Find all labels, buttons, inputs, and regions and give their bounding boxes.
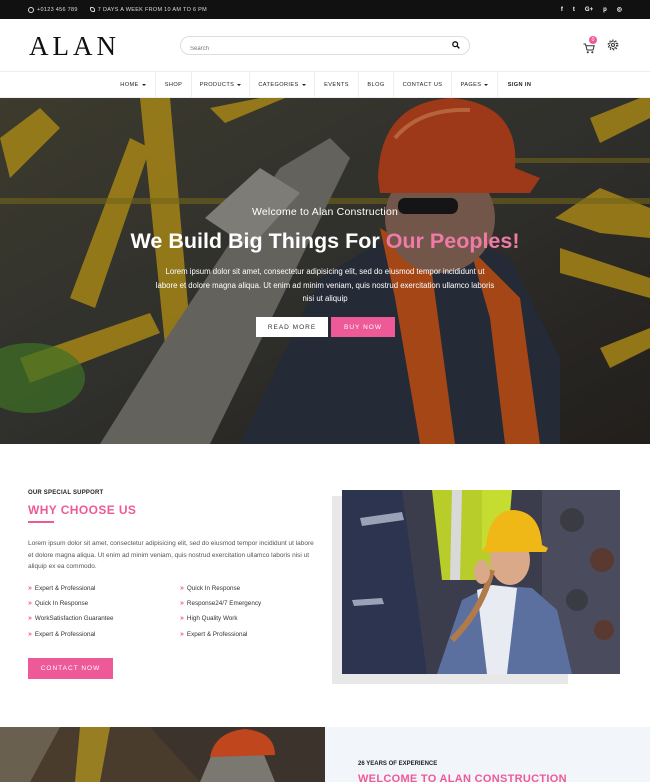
feature-item: » Expert & Professional (28, 585, 95, 592)
nav-item-label: BLOG (367, 82, 385, 88)
social-links: f t G+ p ◎ (561, 0, 622, 19)
nav-item-label: CATEGORIES (258, 82, 299, 88)
phone-icon (89, 7, 95, 12)
read-more-button[interactable]: READ MORE (256, 317, 328, 337)
nav-item-pages[interactable]: PAGES (451, 72, 497, 98)
google-plus-icon[interactable]: G+ (585, 7, 593, 13)
chevron-down-icon (484, 84, 489, 86)
nav-item-label: SIGN IN (507, 82, 532, 88)
instagram-icon[interactable]: ◎ (617, 6, 622, 13)
hero-title: We Build Big Things For Our Peoples! (0, 229, 650, 254)
feature-item: » Response24/7 Emergency (180, 600, 261, 607)
site-header: ALAN 0 (0, 19, 650, 71)
chevron-down-icon (237, 84, 242, 86)
about-image (0, 727, 325, 782)
feature-label: Quick In Response (186, 585, 241, 592)
feature-label: Expert & Professional (34, 631, 96, 638)
double-chevron-right-icon: » (180, 585, 184, 592)
nav-item-shop[interactable]: SHOP (155, 72, 191, 98)
section-title: WHY CHOOSE US (28, 503, 137, 517)
feature-item: » Quick In Response (28, 600, 88, 607)
chevron-down-icon (141, 84, 146, 86)
opening-hours: 7 DAYS A WEEK FROM 10 AM TO 6 PM (97, 6, 208, 13)
facebook-icon[interactable]: f (561, 7, 563, 13)
double-chevron-right-icon: » (28, 600, 32, 607)
nav-item-label: SHOP (164, 82, 183, 88)
section-paragraph: Lorem ipsum dolor sit amet, consectetur … (28, 540, 314, 571)
gear-icon[interactable] (607, 39, 619, 51)
nav-item-label: PRODUCTS (199, 82, 235, 88)
double-chevron-right-icon: » (28, 631, 32, 638)
hero-banner: Welcome to Alan Construction We Build Bi… (0, 98, 650, 444)
nav-item-label: HOME (120, 82, 139, 88)
twitter-icon[interactable]: t (573, 7, 575, 13)
feature-item: » High Quality Work (180, 615, 238, 622)
hero-title-main: We Build Big Things For (130, 229, 380, 253)
experience-label: 26 YEARS OF EXPERIENCE (358, 761, 438, 767)
feature-label: Quick In Response (34, 600, 89, 607)
cart-button[interactable]: 0 (583, 36, 597, 54)
double-chevron-right-icon: » (180, 600, 184, 607)
nav-item-label: PAGES (460, 82, 482, 88)
chevron-down-icon (301, 84, 306, 86)
title-underline (28, 521, 54, 523)
double-chevron-right-icon: » (28, 615, 32, 622)
search-input[interactable] (190, 40, 430, 58)
nav-item-blog[interactable]: BLOG (358, 72, 393, 98)
buy-now-button[interactable]: BUY NOW (331, 317, 395, 337)
cart-icon (583, 43, 595, 54)
hero-welcome-text: Welcome to Alan Construction (251, 206, 399, 218)
contact-now-button[interactable]: CONTACT NOW (28, 658, 113, 679)
feature-item: » Expert & Professional (28, 631, 95, 638)
double-chevron-right-icon: » (180, 615, 184, 622)
feature-label: WorkSatisfaction Guarantee (34, 615, 114, 622)
search-icon[interactable] (452, 41, 460, 49)
nav-item-home[interactable]: HOME (111, 72, 155, 98)
feature-item: » Expert & Professional (180, 631, 247, 638)
main-nav: HOME SHOP PRODUCTS CATEGORIES EVENTS BLO… (0, 71, 650, 98)
pinterest-icon[interactable]: p (603, 7, 607, 13)
worker-photo (342, 490, 620, 674)
phone-number: +0123 456 789 (37, 6, 78, 13)
hero-description: Lorem ipsum dolor sit amet, consectetur … (155, 267, 495, 303)
feature-label: Expert & Professional (186, 631, 248, 638)
nav-item-label: CONTACT US (402, 82, 443, 88)
feature-label: Response24/7 Emergency (186, 600, 262, 607)
double-chevron-right-icon: » (28, 585, 32, 592)
feature-label: Expert & Professional (34, 585, 96, 592)
feature-item: » WorkSatisfaction Guarantee (28, 615, 114, 622)
hero-title-accent: Our Peoples! (385, 229, 520, 253)
section-eyebrow: OUR SPECIAL SUPPORT (28, 490, 104, 496)
feature-label: High Quality Work (186, 615, 238, 622)
search-box (180, 36, 470, 58)
nav-item-events[interactable]: EVENTS (314, 72, 358, 98)
nav-item-sign-in[interactable]: SIGN IN (497, 72, 541, 98)
cart-count-badge: 0 (589, 36, 597, 44)
nav-item-contact-us[interactable]: CONTACT US (393, 72, 451, 98)
clock-icon (28, 6, 34, 13)
site-logo[interactable]: ALAN (29, 31, 120, 62)
top-bar: +0123 456 789 7 DAYS A WEEK FROM 10 AM T… (0, 0, 650, 19)
top-contact-info: +0123 456 789 7 DAYS A WEEK FROM 10 AM T… (28, 6, 208, 13)
about-section: 26 YEARS OF EXPERIENCE WELCOME TO ALAN C… (0, 727, 650, 782)
about-text-panel: 26 YEARS OF EXPERIENCE WELCOME TO ALAN C… (325, 727, 650, 782)
nav-item-categories[interactable]: CATEGORIES (249, 72, 314, 98)
feature-item: » Quick In Response (180, 585, 240, 592)
nav-item-products[interactable]: PRODUCTS (191, 72, 249, 98)
double-chevron-right-icon: » (180, 631, 184, 638)
why-choose-us-section: OUR SPECIAL SUPPORT WHY CHOOSE US Lorem … (0, 444, 650, 727)
about-heading: WELCOME TO ALAN CONSTRUCTION (358, 773, 567, 782)
nav-item-label: EVENTS (324, 82, 349, 88)
